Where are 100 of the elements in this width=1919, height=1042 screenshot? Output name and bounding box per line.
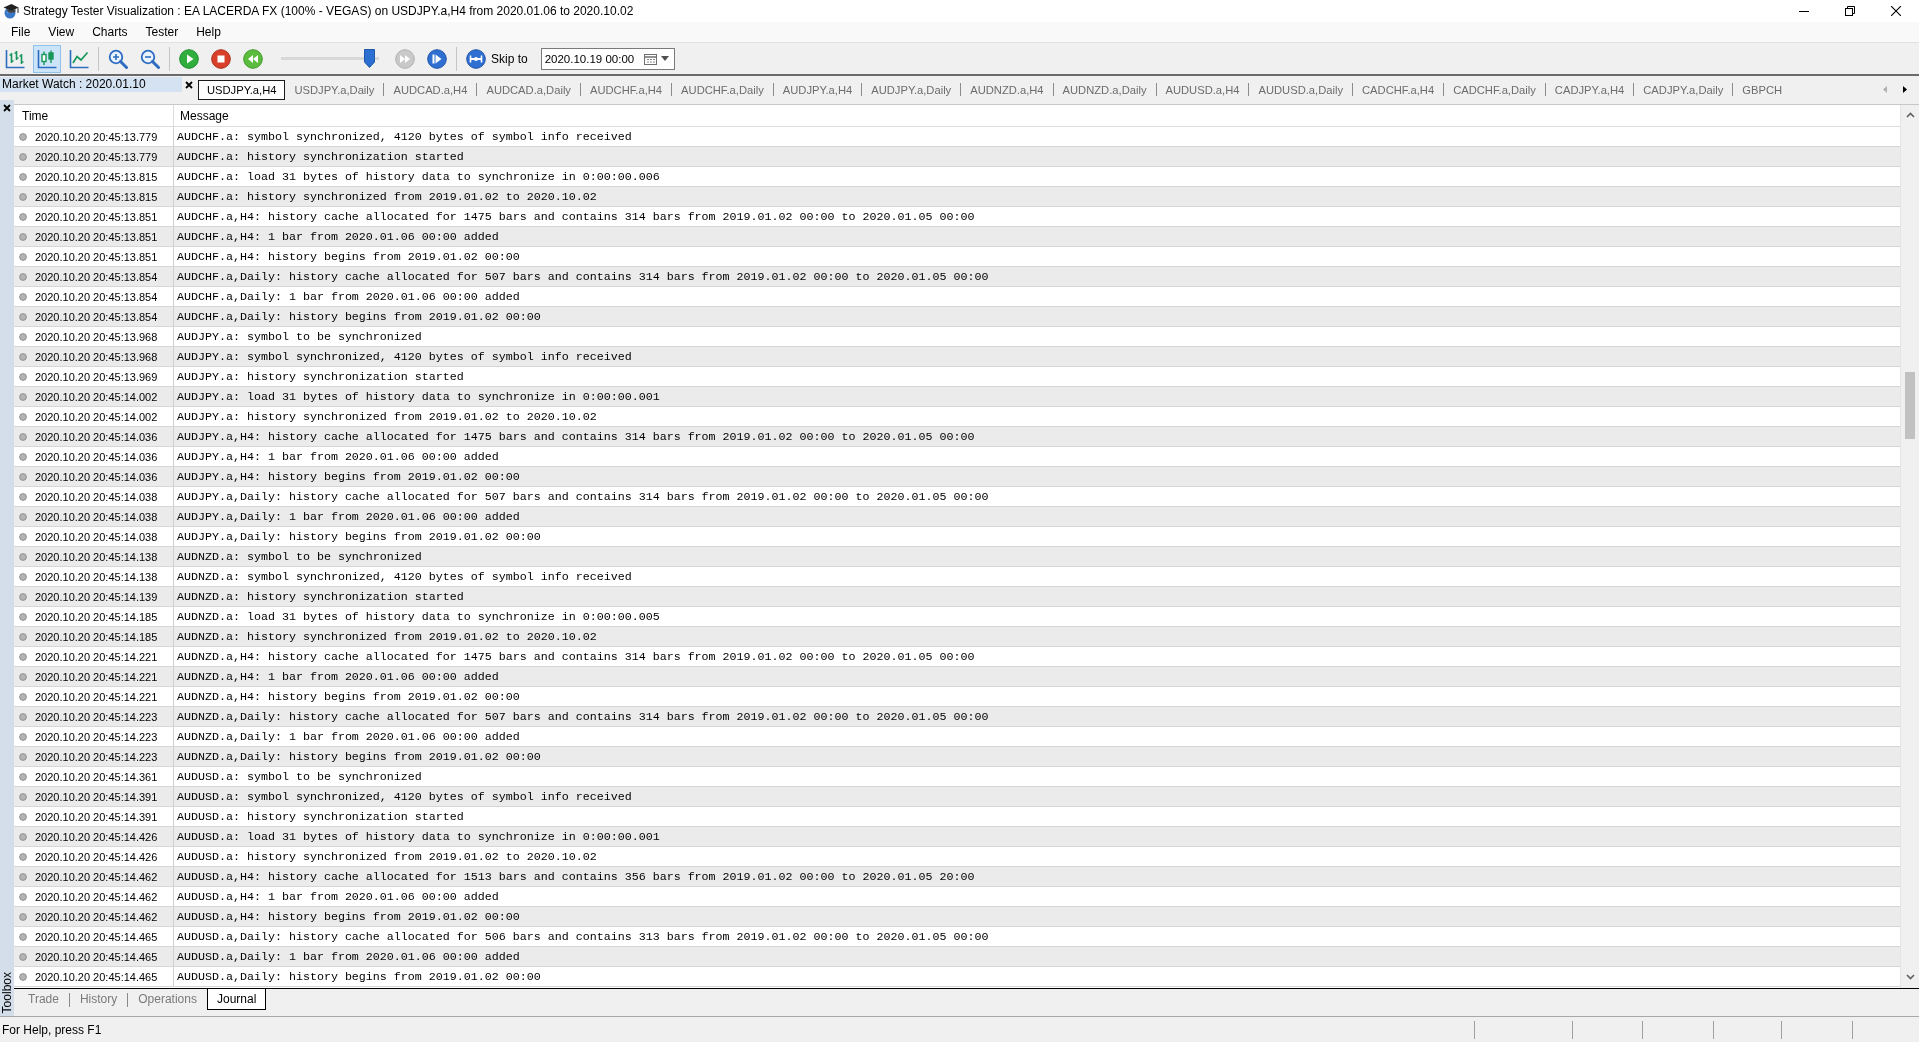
log-row[interactable]: 2020.10.20 20:45:13.968 AUDJPY.a: symbol synchronized, 4120 bytes of symbol info received: [14, 347, 1900, 367]
log-time: 2020.10.20 20:45:13.851: [35, 210, 158, 223]
log-row[interactable]: 2020.10.20 20:45:14.465 AUDUSD.a,Daily: 1 bar from 2020.01.06 00:00 added: [14, 947, 1900, 967]
log-message: AUDCHF.a,H4: 1 bar from 2020.01.06 00:00 added: [177, 229, 499, 244]
chart-tab[interactable]: AUDUSD.a,H4: [1156, 80, 1249, 100]
toolbox-label[interactable]: Toolbox: [0, 971, 14, 1013]
menu-item[interactable]: Tester: [136, 23, 188, 41]
log-row[interactable]: 2020.10.20 20:45:14.221 AUDNZD.a,H4: 1 bar from 2020.01.06 00:00 added: [14, 667, 1900, 687]
log-row[interactable]: 2020.10.20 20:45:14.465 AUDUSD.a,Daily: history begins from 2019.01.02 00:00: [14, 967, 1900, 987]
log-row[interactable]: 2020.10.20 20:45:13.851 AUDCHF.a,H4: 1 bar from 2020.01.06 00:00 added: [14, 227, 1900, 247]
chart-tab[interactable]: CADJPY.a,Daily: [1634, 80, 1733, 100]
chart-tab[interactable]: AUDCHF.a,Daily: [672, 80, 773, 100]
log-row[interactable]: 2020.10.20 20:45:13.851 AUDCHF.a,H4: history cache allocated for 1475 bars and contains 314 bars from 2019.01.02 00:00 to 2020.01.05 00:00: [14, 207, 1900, 227]
date-field[interactable]: 2020.10.19 00:00: [540, 47, 676, 70]
log-message: AUDNZD.a: history synchronization started: [177, 589, 464, 604]
close-icon[interactable]: [185, 81, 193, 89]
chart-tab[interactable]: AUDCAD.a,H4: [384, 80, 477, 100]
log-row[interactable]: 2020.10.20 20:45:14.038 AUDJPY.a,Daily: history cache allocated for 507 bars and contains 314 bars from 2019.01.02 00:00 to 2020.01.05 00:00: [14, 487, 1900, 507]
menu-item[interactable]: Help: [187, 23, 230, 41]
close-icon[interactable]: [3, 104, 11, 112]
chart-tab[interactable]: USDJPY.a,H4: [198, 80, 286, 100]
caret-icon: [661, 56, 670, 61]
slider-thumb[interactable]: [363, 49, 375, 68]
log-row[interactable]: 2020.10.20 20:45:13.851 AUDCHF.a,H4: history begins from 2019.01.02 00:00: [14, 247, 1900, 267]
panel-tab[interactable]: Operations: [128, 989, 207, 1010]
scrollbar-thumb[interactable]: [1905, 372, 1915, 439]
chart-tab[interactable]: AUDCAD.a,Daily: [477, 80, 580, 100]
log-row[interactable]: 2020.10.20 20:45:14.426 AUDUSD.a: load 31 bytes of history data to synchronize in 0:00:00.001: [14, 827, 1900, 847]
scroll-up-icon[interactable]: [1905, 112, 1915, 118]
log-time: 2020.10.20 20:45:14.465: [35, 930, 158, 943]
chart-tab[interactable]: AUDJPY.a,H4: [773, 80, 862, 100]
log-row[interactable]: 2020.10.20 20:45:14.361 AUDUSD.a: symbol to be synchronized: [14, 767, 1900, 787]
log-time: 2020.10.20 20:45:14.036: [35, 470, 158, 483]
menu-item[interactable]: Charts: [83, 23, 137, 41]
log-row[interactable]: 2020.10.20 20:45:14.223 AUDNZD.a,Daily: 1 bar from 2020.01.06 00:00 added: [14, 727, 1900, 747]
log-row[interactable]: 2020.10.20 20:45:14.185 AUDNZD.a: load 31 bytes of history data to synchronize in 0:00:00.005: [14, 607, 1900, 627]
chart-tab[interactable]: CADJPY.a,H4: [1545, 80, 1634, 100]
log-row[interactable]: 2020.10.20 20:45:14.462 AUDUSD.a,H4: 1 bar from 2020.01.06 00:00 added: [14, 887, 1900, 907]
log-row[interactable]: 2020.10.20 20:45:14.465 AUDUSD.a,Daily: history cache allocated for 506 bars and contains 313 bars from 2019.01.02 00:00 to 2020.01.05 00:00: [14, 927, 1900, 947]
log-time: 2020.10.20 20:45:14.185: [35, 610, 158, 623]
log-message: AUDCHF.a,H4: history cache allocated for 1475 bars and contains 314 bars from 2019.01.02 00:00 to 2020.01.05 00:00: [177, 209, 975, 224]
log-row[interactable]: 2020.10.20 20:45:14.185 AUDNZD.a: history synchronized from 2019.01.02 to 2020.10.02: [14, 627, 1900, 647]
menu-item[interactable]: View: [39, 23, 84, 41]
log-row[interactable]: 2020.10.20 20:45:13.969 AUDJPY.a: history synchronization started: [14, 367, 1900, 387]
log-row[interactable]: 2020.10.20 20:45:14.223 AUDNZD.a,Daily: history begins from 2019.01.02 00:00: [14, 747, 1900, 767]
log-row[interactable]: 2020.10.20 20:45:14.036 AUDJPY.a,H4: history cache allocated for 1475 bars and contains 314 bars from 2019.01.02 00:00 to 2020.01.05 00:00: [14, 427, 1900, 447]
log-row[interactable]: 2020.10.20 20:45:14.391 AUDUSD.a: symbol synchronized, 4120 bytes of symbol info received: [14, 787, 1900, 807]
log-row[interactable]: 2020.10.20 20:45:14.391 AUDUSD.a: history synchronization started: [14, 807, 1900, 827]
log-row[interactable]: 2020.10.20 20:45:13.815 AUDCHF.a: load 31 bytes of history data to synchronize in 0:00:00.006: [14, 167, 1900, 187]
menu-item[interactable]: File: [2, 23, 40, 41]
chart-tab[interactable]: CADCHF.a,Daily: [1444, 80, 1545, 100]
log-row[interactable]: 2020.10.20 20:45:14.038 AUDJPY.a,Daily: history begins from 2019.01.02 00:00: [14, 527, 1900, 547]
status-dot-icon: [19, 952, 27, 961]
chart-tab[interactable]: GBPCH: [1733, 80, 1792, 100]
chart-tab[interactable]: AUDNZD.a,Daily: [1053, 80, 1156, 100]
log-message: AUDNZD.a,Daily: history begins from 2019.01.02 00:00: [177, 749, 541, 764]
log-row[interactable]: 2020.10.20 20:45:14.002 AUDJPY.a: history synchronized from 2019.01.02 to 2020.10.02: [14, 407, 1900, 427]
log-row[interactable]: 2020.10.20 20:45:13.854 AUDCHF.a,Daily: 1 bar from 2020.01.06 00:00 added: [14, 287, 1900, 307]
chart-tab[interactable]: AUDUSD.a,Daily: [1249, 80, 1353, 100]
log-row[interactable]: 2020.10.20 20:45:13.779 AUDCHF.a: symbol synchronized, 4120 bytes of symbol info received: [14, 127, 1900, 147]
log-row[interactable]: 2020.10.20 20:45:14.002 AUDJPY.a: load 31 bytes of history data to synchronize in 0:00:00.001: [14, 387, 1900, 407]
chart-tab[interactable]: AUDCHF.a,H4: [580, 80, 672, 100]
log-row[interactable]: 2020.10.20 20:45:14.139 AUDNZD.a: history synchronization started: [14, 587, 1900, 607]
log-row[interactable]: 2020.10.20 20:45:14.038 AUDJPY.a,Daily: 1 bar from 2020.01.06 00:00 added: [14, 507, 1900, 527]
status-text: For Help, press F1: [2, 1022, 102, 1037]
log-message: AUDJPY.a: history synchronized from 2019.01.02 to 2020.10.02: [177, 409, 597, 424]
log-row[interactable]: 2020.10.20 20:45:14.138 AUDNZD.a: symbol synchronized, 4120 bytes of symbol info received: [14, 567, 1900, 587]
status-dot-icon: [19, 412, 27, 421]
log-message: AUDJPY.a: history synchronization started: [177, 369, 464, 384]
log-row[interactable]: 2020.10.20 20:45:14.221 AUDNZD.a,H4: history begins from 2019.01.02 00:00: [14, 687, 1900, 707]
status-dot-icon: [19, 612, 27, 621]
panel-tab[interactable]: Journal: [206, 989, 267, 1010]
log-row[interactable]: 2020.10.20 20:45:13.968 AUDJPY.a: symbol to be synchronized: [14, 327, 1900, 347]
log-row[interactable]: 2020.10.20 20:45:14.462 AUDUSD.a,H4: history begins from 2019.01.02 00:00: [14, 907, 1900, 927]
scroll-right-icon[interactable]: [1903, 86, 1907, 93]
chart-tab[interactable]: CADCHF.a,H4: [1353, 80, 1444, 100]
panel-tab[interactable]: Trade: [18, 989, 69, 1010]
log-row[interactable]: 2020.10.20 20:45:14.426 AUDUSD.a: history synchronized from 2019.01.02 to 2020.10.02: [14, 847, 1900, 867]
skip-icon: [466, 48, 486, 69]
scroll-down-icon[interactable]: [1905, 974, 1915, 980]
log-row[interactable]: 2020.10.20 20:45:14.223 AUDNZD.a,Daily: history cache allocated for 507 bars and contains 314 bars from 2019.01.02 00:00 to 2020.01.05 00:00: [14, 707, 1900, 727]
log-row[interactable]: 2020.10.20 20:45:14.036 AUDJPY.a,H4: history begins from 2019.01.02 00:00: [14, 467, 1900, 487]
chart-tab[interactable]: AUDJPY.a,Daily: [862, 80, 961, 100]
log-row[interactable]: 2020.10.20 20:45:14.138 AUDNZD.a: symbol to be synchronized: [14, 547, 1900, 567]
chart-tab[interactable]: USDJPY.a,Daily: [285, 80, 384, 100]
log-row[interactable]: 2020.10.20 20:45:13.854 AUDCHF.a,Daily: history begins from 2019.01.02 00:00: [14, 307, 1900, 327]
candlestick-chart-button[interactable]: [33, 44, 61, 73]
status-dot-icon: [19, 912, 27, 921]
log-row[interactable]: 2020.10.20 20:45:14.462 AUDUSD.a,H4: history cache allocated for 1513 bars and contains 356 bars from 2019.01.02 00:00 to 2020.01.05 20:00: [14, 867, 1900, 887]
status-dot-icon: [19, 172, 27, 181]
skip-to-button[interactable]: Skip to: [462, 44, 532, 73]
log-row[interactable]: 2020.10.20 20:45:14.036 AUDJPY.a,H4: 1 bar from 2020.01.06 00:00 added: [14, 447, 1900, 467]
log-row[interactable]: 2020.10.20 20:45:13.779 AUDCHF.a: history synchronization started: [14, 147, 1900, 167]
log-message: AUDJPY.a,H4: history begins from 2019.01.02 00:00: [177, 469, 520, 484]
log-row[interactable]: 2020.10.20 20:45:13.854 AUDCHF.a,Daily: history cache allocated for 507 bars and contains 314 bars from 2019.01.02 00:00 to 2020.01.05 00:00: [14, 267, 1900, 287]
chart-tab[interactable]: AUDNZD.a,H4: [961, 80, 1053, 100]
panel-tab[interactable]: History: [69, 989, 128, 1010]
log-row[interactable]: 2020.10.20 20:45:13.815 AUDCHF.a: history synchronized from 2019.01.02 to 2020.10.02: [14, 187, 1900, 207]
scrollbar[interactable]: [1900, 105, 1919, 988]
log-row[interactable]: 2020.10.20 20:45:14.221 AUDNZD.a,H4: history cache allocated for 1475 bars and contains 314 bars from 2019.01.02 00:00 to 2020.01.05 00:00: [14, 647, 1900, 667]
